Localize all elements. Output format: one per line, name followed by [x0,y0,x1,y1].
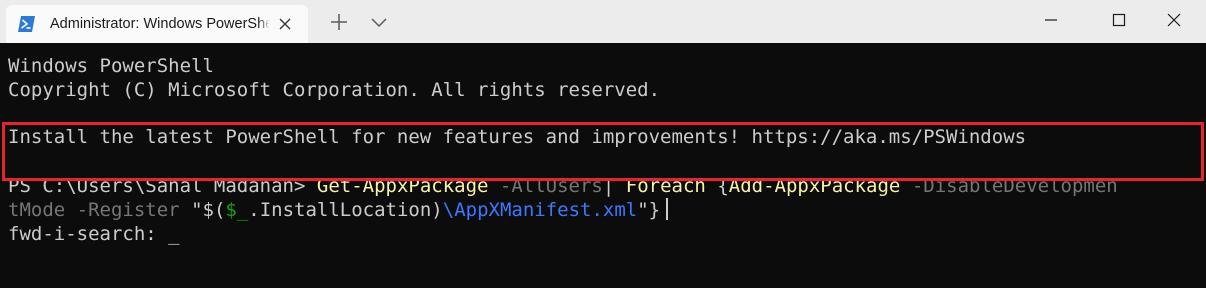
property-installlocation: .InstallLocation) [248,199,443,221]
maximize-button[interactable] [1096,0,1142,40]
manifest-path: \AppXManifest.xml [442,199,638,221]
string-close: " [637,199,649,221]
tab-title: Administrator: Windows PowerShell [50,14,270,34]
maximize-icon [1112,13,1126,27]
terminal-window: Administrator: Windows PowerShell Window… [0,0,1206,288]
plus-icon[interactable] [328,11,350,33]
tab-powershell[interactable]: Administrator: Windows PowerShell [6,5,308,43]
param-register: -Register [76,199,180,221]
command-line-2: tMode -Register "$($_.InstallLocation)\A… [8,198,669,222]
title-bar[interactable]: Administrator: Windows PowerShell [0,0,1206,43]
search-line: fwd-i-search: _ [8,223,180,245]
powershell-icon [18,16,35,32]
variable-pipeline: $_ [225,199,249,221]
param-disabledevelopmentmode-cont: tMode [8,199,66,221]
close-icon[interactable] [278,17,292,31]
string-open: "$( [191,199,226,221]
command-highlight-box [2,122,1204,181]
brace-close: } [648,199,661,221]
banner-line-1: Windows PowerShell [8,55,214,77]
minimize-icon [1045,19,1057,21]
close-icon [1167,13,1181,27]
banner-line-2: Copyright (C) Microsoft Corporation. All… [8,79,661,101]
minimize-button[interactable] [1028,0,1074,40]
close-button[interactable] [1151,0,1197,40]
text-cursor [666,198,669,220]
chevron-down-icon[interactable] [368,12,390,34]
